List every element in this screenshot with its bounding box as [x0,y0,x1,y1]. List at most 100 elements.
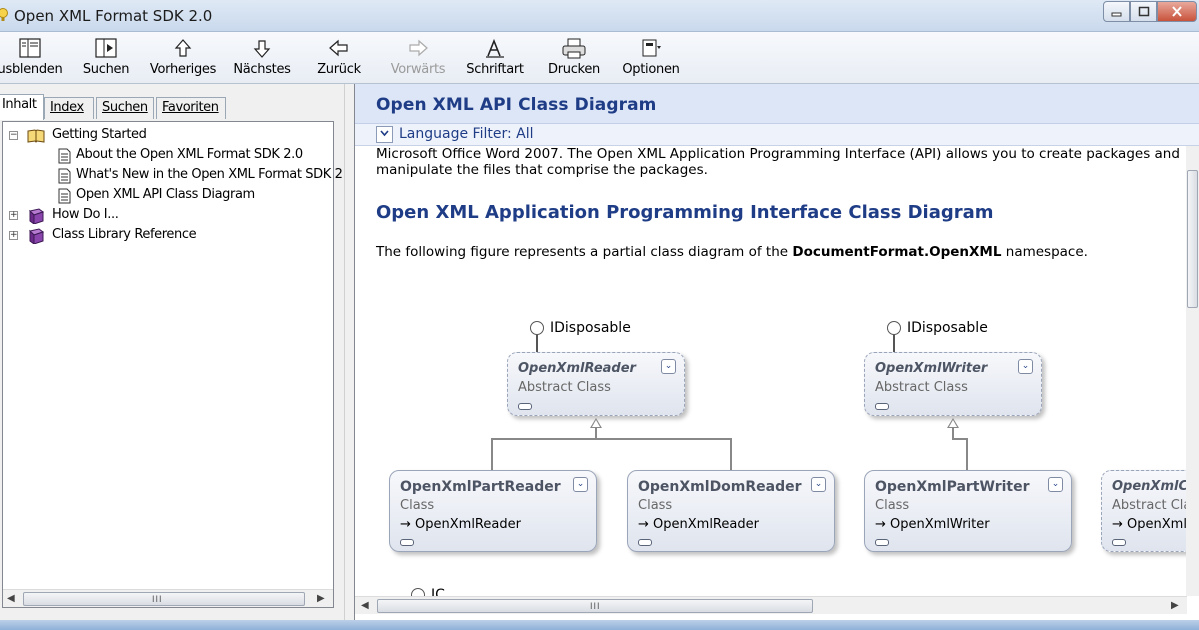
connector-line [595,428,597,438]
arrow-left-icon [329,39,348,57]
class-box-openxmlwriter[interactable]: OpenXmlWriter Abstract Class ⌄ [864,352,1042,416]
class-name: OpenXmlPartWriter [875,479,1030,495]
inheritance-arrow [590,418,602,428]
tab-favorites-label: Favoriten [162,100,219,115]
class-base: → OpenXmlWriter [875,517,990,532]
back-button[interactable]: Zurück [314,36,364,82]
tree-item-getting-started[interactable]: − Getting Started [7,126,329,146]
tab-favorites[interactable]: Favoriten [156,97,226,119]
tree-item-label: How Do I... [52,207,119,222]
expand-chevron-icon[interactable]: ⌄ [661,359,676,374]
scrollbar-thumb[interactable]: III [377,599,813,613]
arrow-down-icon [253,40,271,58]
base-class-name: OpenXmlWriter [890,517,990,532]
tree-item-class-library[interactable]: + Class Library Reference [7,226,329,246]
expand-icon[interactable]: + [9,231,18,240]
expand-chevron-icon[interactable]: ⌄ [811,477,826,492]
tree-horizontal-scrollbar[interactable]: ◀ III ▶ [3,589,333,607]
scroll-left-icon[interactable]: ◀ [361,600,369,611]
window-controls [1103,1,1197,22]
class-box-partial[interactable]: OpenXmlCo Abstract Cla → OpenXml [1101,470,1187,552]
tree-item-about[interactable]: About the Open XML Format SDK 2.0 [7,146,329,166]
hide-pane-label: usblenden [0,62,63,77]
previous-label: Vorheriges [149,62,217,77]
expand-chevron-icon[interactable]: ⌄ [1048,477,1063,492]
print-label: Drucken [548,62,600,77]
connector-line [491,438,493,470]
collapse-icon[interactable]: − [9,131,18,140]
hide-pane-button[interactable]: usblenden [0,36,64,82]
page-icon [58,188,71,204]
interface-name: IDisposable [550,320,631,336]
font-icon [486,38,504,58]
print-button[interactable]: Drucken [546,36,602,82]
base-class-name: OpenXmlReader [653,517,759,532]
minimize-button[interactable] [1103,1,1130,22]
tree-item-how-do-i[interactable]: + How Do I... [7,206,329,226]
locate-label: Suchen [82,62,130,77]
page-icon [58,148,71,164]
options-button[interactable]: Optionen [620,36,682,82]
expand-chevron-icon[interactable]: ⌄ [573,477,588,492]
tree-item-label: Class Library Reference [52,227,197,242]
previous-button[interactable]: Vorheriges [148,36,218,82]
class-type: Abstract Cla [1112,498,1187,513]
class-box-openxmlpartwriter[interactable]: OpenXmlPartWriter Class → OpenXmlWriter … [864,470,1072,552]
scrollbar-thumb[interactable]: III [23,592,305,606]
maximize-icon [1138,6,1149,17]
tree-item-class-diagram[interactable]: Open XML API Class Diagram [7,186,329,206]
locate-button[interactable]: Suchen [78,36,134,82]
back-label: Zurück [317,62,361,77]
class-name: OpenXmlCo [1112,479,1187,494]
tree-item-label: Getting Started [52,127,147,142]
class-type: Class [875,498,910,513]
class-box-openxmlreader[interactable]: OpenXmlReader Abstract Class ⌄ [507,352,685,416]
font-button[interactable]: Schriftart [466,36,524,82]
next-button[interactable]: Nächstes [230,36,294,82]
tree-item-label: About the Open XML Format SDK 2.0 [76,147,303,162]
interface-name: IC [431,587,445,596]
scrollbar-grip: III [152,594,163,604]
tab-contents[interactable]: Inhalt [0,94,44,120]
tree-item-whats-new[interactable]: What's New in the Open XML Format SDK 2 [7,166,343,186]
topic-title: Open XML API Class Diagram [376,95,657,115]
class-base: → OpenXmlReader [400,517,521,532]
chevron-down-icon [380,130,389,137]
para-text-end: namespace. [1001,244,1088,260]
scroll-left-icon[interactable]: ◀ [7,593,15,604]
scroll-right-icon[interactable]: ▶ [1171,600,1179,611]
window-title: Open XML Format SDK 2.0 [14,7,213,25]
arrow-right-icon [409,39,428,57]
class-box-openxmldomreader[interactable]: OpenXmlDomReader Class → OpenXmlReader ⌄ [627,470,835,552]
expand-chevron-icon[interactable]: ⌄ [1018,359,1033,374]
tab-search[interactable]: Suchen [96,97,154,119]
class-name: OpenXmlDomReader [638,479,802,495]
topic-vertical-scrollbar[interactable] [1186,146,1199,596]
book-icon [29,228,45,244]
topic-content: Microsoft Office Word 2007. The Open XML… [355,146,1187,596]
interface-icon [887,321,901,335]
tab-search-label: Suchen [102,100,148,115]
maximize-button[interactable] [1130,1,1157,22]
language-filter-toggle[interactable] [376,126,393,143]
font-label: Schriftart [466,62,524,77]
class-box-openxmlpartreader[interactable]: OpenXmlPartReader Class → OpenXmlReader … [389,470,597,552]
class-name: OpenXmlPartReader [400,479,561,495]
forward-button[interactable]: Vorwärts [388,36,448,82]
book-icon [29,208,45,224]
expand-icon[interactable]: + [9,211,18,220]
topic-horizontal-scrollbar[interactable]: ◀ III ▶ [355,596,1187,614]
interface-name: IDisposable [907,320,988,336]
inheritance-arrow [947,418,959,428]
scroll-right-icon[interactable]: ▶ [317,593,325,604]
member-compartment-icon [518,403,532,410]
scrollbar-thumb[interactable] [1187,170,1198,308]
class-type: Class [400,498,435,513]
options-icon [642,39,661,57]
class-type: Abstract Class [518,380,611,395]
pane-splitter[interactable] [344,84,354,620]
contents-tree: − Getting Started About the Open XML For… [2,121,343,608]
tab-index[interactable]: Index [44,97,94,119]
language-filter-label[interactable]: Language Filter: All [399,126,534,142]
close-button[interactable] [1157,1,1197,22]
